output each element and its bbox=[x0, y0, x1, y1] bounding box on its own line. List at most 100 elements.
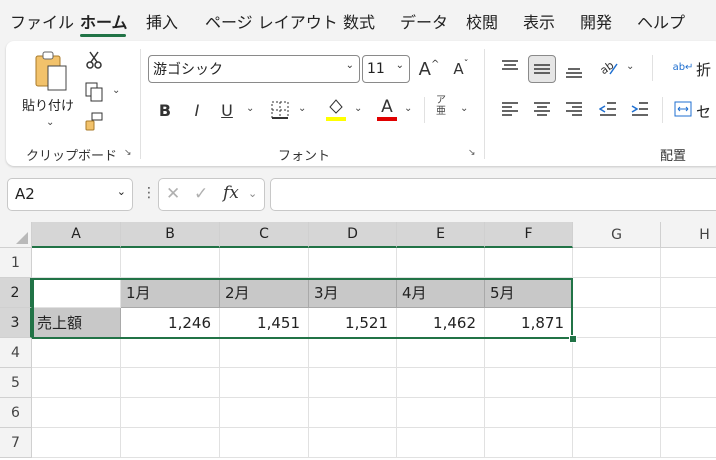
clipboard-launcher-icon[interactable]: ↘ bbox=[124, 148, 134, 158]
cell-c5[interactable] bbox=[220, 368, 309, 398]
cell-c4[interactable] bbox=[220, 338, 309, 368]
wrap-text-label[interactable]: 折 bbox=[696, 59, 711, 80]
cell-e7[interactable] bbox=[397, 428, 485, 458]
merge-center-label[interactable]: セ bbox=[696, 101, 711, 122]
phonetic-guide-button[interactable]: ア 亜 bbox=[434, 95, 448, 117]
cell-b7[interactable] bbox=[121, 428, 220, 458]
column-header-g[interactable]: G bbox=[573, 222, 661, 248]
cell-f2[interactable]: 5月 bbox=[485, 278, 573, 308]
cell-g6[interactable] bbox=[573, 398, 661, 428]
fill-handle[interactable] bbox=[569, 335, 577, 343]
cell-g3[interactable] bbox=[573, 308, 661, 338]
cell-f3[interactable]: 1,871 bbox=[485, 308, 573, 338]
row-header-3[interactable]: 3 bbox=[0, 308, 32, 338]
tab-data[interactable]: データ bbox=[400, 9, 448, 33]
name-box-chevron-icon[interactable]: ⌄ bbox=[117, 185, 126, 198]
cell-d6[interactable] bbox=[309, 398, 397, 428]
cell-a6[interactable] bbox=[32, 398, 121, 428]
insert-function-icon[interactable]: fx bbox=[223, 183, 239, 203]
cell-d4[interactable] bbox=[309, 338, 397, 368]
cell-a2[interactable] bbox=[32, 278, 121, 308]
font-color-button[interactable]: A bbox=[376, 95, 398, 119]
italic-button[interactable]: I bbox=[186, 97, 208, 123]
align-bottom-icon[interactable] bbox=[562, 59, 586, 83]
column-header-c[interactable]: C bbox=[220, 222, 309, 248]
cell-a1[interactable] bbox=[32, 248, 121, 278]
copy-icon[interactable] bbox=[82, 81, 106, 103]
phonetic-chevron-icon[interactable]: ⌄ bbox=[460, 103, 468, 114]
bold-button[interactable]: B bbox=[154, 97, 176, 123]
more-options-icon[interactable]: ⋮ bbox=[142, 185, 156, 201]
cell-d2[interactable]: 3月 bbox=[309, 278, 397, 308]
paste-label[interactable]: 貼り付け bbox=[22, 95, 74, 114]
cell-e5[interactable] bbox=[397, 368, 485, 398]
cell-e4[interactable] bbox=[397, 338, 485, 368]
cell-a3[interactable]: 売上額 bbox=[32, 308, 121, 338]
cell-d1[interactable] bbox=[309, 248, 397, 278]
cell-c6[interactable] bbox=[220, 398, 309, 428]
increase-indent-icon[interactable] bbox=[628, 97, 652, 121]
cell-g7[interactable] bbox=[573, 428, 661, 458]
cell-e2[interactable]: 4月 bbox=[397, 278, 485, 308]
row-header-5[interactable]: 5 bbox=[0, 368, 32, 398]
align-center-icon[interactable] bbox=[530, 97, 554, 121]
row-header-7[interactable]: 7 bbox=[0, 428, 32, 458]
cell-e6[interactable] bbox=[397, 398, 485, 428]
column-header-d[interactable]: D bbox=[309, 222, 397, 248]
shrink-font-button[interactable]: Aˇ bbox=[448, 55, 474, 83]
enter-check-icon[interactable]: ✓ bbox=[194, 184, 208, 204]
cell-a4[interactable] bbox=[32, 338, 121, 368]
tab-developer[interactable]: 開発 bbox=[580, 9, 612, 33]
cell-c2[interactable]: 2月 bbox=[220, 278, 309, 308]
cell-b6[interactable] bbox=[121, 398, 220, 428]
cut-icon[interactable] bbox=[82, 49, 106, 71]
cell-b2[interactable]: 1月 bbox=[121, 278, 220, 308]
cell-f5[interactable] bbox=[485, 368, 573, 398]
formula-input[interactable] bbox=[270, 178, 716, 211]
cell-g4[interactable] bbox=[573, 338, 661, 368]
copy-dropdown-chevron-icon[interactable]: ⌄ bbox=[112, 85, 120, 96]
format-painter-icon[interactable] bbox=[82, 111, 106, 133]
underline-button[interactable]: U bbox=[216, 97, 238, 123]
tab-help[interactable]: ヘルプ bbox=[637, 9, 685, 33]
tab-view[interactable]: 表示 bbox=[523, 9, 555, 33]
cell-a5[interactable] bbox=[32, 368, 121, 398]
cell-a7[interactable] bbox=[32, 428, 121, 458]
cell-e1[interactable] bbox=[397, 248, 485, 278]
cell-h4[interactable] bbox=[661, 338, 716, 368]
borders-chevron-icon[interactable]: ⌄ bbox=[298, 103, 306, 114]
row-header-6[interactable]: 6 bbox=[0, 398, 32, 428]
cell-f4[interactable] bbox=[485, 338, 573, 368]
font-launcher-icon[interactable]: ↘ bbox=[468, 148, 478, 158]
tab-review[interactable]: 校閲 bbox=[466, 9, 498, 33]
column-header-h[interactable]: H bbox=[661, 222, 716, 248]
orientation-icon[interactable]: ab bbox=[596, 55, 620, 79]
cell-g2[interactable] bbox=[573, 278, 661, 308]
decrease-indent-icon[interactable] bbox=[596, 97, 620, 121]
cell-c7[interactable] bbox=[220, 428, 309, 458]
wrap-text-icon[interactable]: ab↵ bbox=[672, 55, 694, 79]
cell-h6[interactable] bbox=[661, 398, 716, 428]
cell-h1[interactable] bbox=[661, 248, 716, 278]
cell-c3[interactable]: 1,451 bbox=[220, 308, 309, 338]
formula-chevron-icon[interactable]: ⌄ bbox=[248, 187, 257, 200]
align-top-icon[interactable] bbox=[498, 55, 522, 79]
tab-home[interactable]: ホーム bbox=[80, 9, 128, 33]
row-header-4[interactable]: 4 bbox=[0, 338, 32, 368]
grow-font-button[interactable]: A ^ bbox=[416, 55, 442, 83]
merge-center-icon[interactable] bbox=[672, 97, 694, 121]
align-middle-icon[interactable] bbox=[528, 55, 556, 83]
select-all-button[interactable] bbox=[0, 222, 32, 248]
cell-e3[interactable]: 1,462 bbox=[397, 308, 485, 338]
cell-h7[interactable] bbox=[661, 428, 716, 458]
cancel-icon[interactable]: ✕ bbox=[166, 184, 180, 204]
row-header-1[interactable]: 1 bbox=[0, 248, 32, 278]
align-right-icon[interactable] bbox=[562, 97, 586, 121]
cell-f1[interactable] bbox=[485, 248, 573, 278]
cell-b3[interactable]: 1,246 bbox=[121, 308, 220, 338]
row-header-2[interactable]: 2 bbox=[0, 278, 32, 308]
cell-h2[interactable] bbox=[661, 278, 716, 308]
paste-icon[interactable] bbox=[30, 49, 72, 93]
cell-b1[interactable] bbox=[121, 248, 220, 278]
orientation-chevron-icon[interactable]: ⌄ bbox=[626, 61, 634, 72]
